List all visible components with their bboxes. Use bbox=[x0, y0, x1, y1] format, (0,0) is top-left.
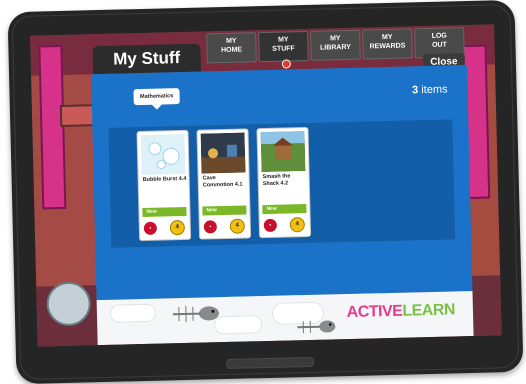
footer-strip: ACTIVELEARN bbox=[97, 291, 474, 345]
my-stuff-panel: Mathematics 3 items Bubble Burst 4.4 New… bbox=[91, 65, 472, 300]
cloud-decoration bbox=[111, 305, 155, 322]
play-icon[interactable]: ● bbox=[144, 222, 157, 235]
activity-card[interactable]: Smash the Shack 4.2 New ● 4 bbox=[256, 127, 311, 238]
cave-commotion-thumbnail bbox=[201, 132, 246, 173]
fish-skeleton-icon bbox=[169, 301, 222, 326]
subject-filter-tag[interactable]: Mathematics bbox=[133, 88, 179, 105]
page-title: My Stuff bbox=[92, 44, 201, 75]
tablet-frame: My Stuff MY HOME MY STUFF MY LIBRARY MY … bbox=[8, 0, 524, 384]
new-badge: New bbox=[142, 207, 186, 217]
card-title: Bubble Burst 4.4 bbox=[143, 176, 187, 184]
nav-my-library[interactable]: MY LIBRARY bbox=[310, 30, 361, 61]
logo-text-active: ACTIVE bbox=[346, 303, 402, 321]
item-count-number: 3 bbox=[412, 84, 418, 96]
new-badge: New bbox=[262, 204, 306, 214]
robot-tower-left bbox=[38, 45, 66, 210]
cloud-decoration bbox=[215, 316, 261, 333]
star-badge: 4 bbox=[230, 219, 245, 234]
activelearn-logo: ACTIVELEARN bbox=[346, 301, 455, 322]
nav-my-stuff-label: MY STUFF bbox=[272, 36, 295, 52]
smash-the-shack-thumbnail bbox=[261, 131, 306, 172]
nav-my-home[interactable]: MY HOME bbox=[206, 32, 257, 63]
star-badge: 4 bbox=[170, 220, 185, 235]
fish-skeleton-icon bbox=[293, 316, 337, 337]
card-title: Smash the Shack 4.2 bbox=[263, 173, 307, 188]
play-icon[interactable]: ● bbox=[204, 220, 217, 233]
nav-my-rewards[interactable]: MY REWARDS bbox=[362, 28, 413, 59]
nav-my-stuff[interactable]: MY STUFF bbox=[258, 31, 309, 62]
pipe-decoration bbox=[60, 104, 97, 127]
play-icon[interactable]: ● bbox=[264, 219, 277, 232]
card-title: Cave Commotion 4.1 bbox=[203, 174, 247, 189]
activity-card[interactable]: Bubble Burst 4.4 New ● 4 bbox=[136, 130, 191, 241]
star-badge: 4 bbox=[290, 217, 305, 232]
app-screen: My Stuff MY HOME MY STUFF MY LIBRARY MY … bbox=[30, 24, 501, 346]
bubble-burst-thumbnail bbox=[141, 134, 186, 175]
new-badge: New bbox=[202, 205, 246, 215]
item-count: 3 items bbox=[412, 84, 448, 97]
logo-text-learn: LEARN bbox=[402, 301, 455, 319]
item-count-label: items bbox=[421, 84, 448, 97]
activity-card[interactable]: Cave Commotion 4.1 New ● 4 bbox=[196, 128, 251, 239]
